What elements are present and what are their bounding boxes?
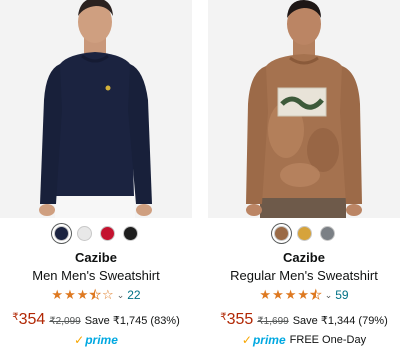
product-card[interactable]: Cazibe Men Men's Sweatshirt ★ ★ ★ ★ ☆ ⌄ … [0, 0, 192, 361]
rating-row[interactable]: ★ ★ ★ ★ ☆ ⌄ 22 [0, 287, 192, 302]
star-full-icon: ★ [64, 287, 76, 302]
star-full-icon: ★ [51, 287, 64, 302]
delivery-text: FREE One-Day [289, 334, 367, 346]
star-half-icon: ★ [89, 287, 102, 302]
color-swatch-black[interactable] [123, 226, 138, 241]
chevron-down-icon[interactable]: ⌄ [325, 290, 333, 301]
star-half-icon: ★ [310, 287, 322, 302]
color-swatch-brown[interactable] [273, 226, 289, 241]
color-swatch-navy[interactable] [54, 226, 69, 241]
prime-row: ✓ prime FREE One-Day [208, 333, 400, 347]
color-swatch-red[interactable] [100, 226, 115, 241]
star-empty-icon: ☆ [102, 287, 114, 302]
prime-row: ✓ prime [0, 333, 192, 347]
prime-check-icon: ✓ [74, 333, 85, 347]
star-full-icon: ★ [284, 287, 297, 302]
star-rating[interactable]: ★ ★ ★ ★ ★ [259, 287, 322, 302]
star-full-icon: ★ [297, 287, 310, 302]
tan-tiedye-sweatshirt-model-image [208, 0, 400, 218]
color-swatch-white[interactable] [77, 226, 92, 241]
color-swatches [208, 226, 400, 241]
product-image[interactable] [0, 0, 192, 218]
rating-row[interactable]: ★ ★ ★ ★ ★ ⌄ 59 [208, 287, 400, 302]
product-title[interactable]: Men Men's Sweatshirt [0, 268, 192, 283]
rating-count-link[interactable]: 59 [335, 288, 348, 302]
color-swatch-grey[interactable] [319, 226, 335, 241]
prime-badge: ✓ prime [74, 333, 118, 347]
price[interactable]: ₹354 [12, 311, 45, 329]
prime-badge: ✓ prime [241, 333, 286, 347]
product-brand: Cazibe [283, 250, 325, 265]
star-full-icon: ★ [76, 287, 89, 302]
savings-text: Save ₹1,745 (83%) [84, 315, 180, 327]
product-brand: Cazibe [75, 250, 117, 265]
product-image[interactable] [208, 0, 400, 218]
star-full-icon: ★ [272, 287, 284, 302]
price[interactable]: ₹355 [220, 311, 253, 329]
product-card[interactable]: Cazibe Regular Men's Sweatshirt ★ ★ ★ ★ … [208, 0, 400, 361]
color-swatch-mustard[interactable] [296, 226, 312, 241]
color-swatches [0, 226, 192, 241]
product-title[interactable]: Regular Men's Sweatshirt [208, 268, 400, 283]
navy-sweatshirt-model-image [0, 0, 192, 218]
chevron-down-icon[interactable]: ⌄ [117, 290, 125, 301]
price-row: ₹355 ₹1,699 Save ₹1,344 (79%) [208, 311, 400, 329]
star-rating[interactable]: ★ ★ ★ ★ ☆ [51, 287, 114, 302]
star-full-icon: ★ [259, 287, 272, 302]
price-row: ₹354 ₹2,099 Save ₹1,745 (83%) [0, 311, 192, 329]
rating-count-link[interactable]: 22 [127, 288, 140, 302]
prime-check-icon: ✓ [241, 333, 252, 347]
list-price: ₹1,699 [257, 316, 289, 327]
list-price: ₹2,099 [49, 316, 81, 327]
savings-text: Save ₹1,344 (79%) [292, 315, 388, 327]
